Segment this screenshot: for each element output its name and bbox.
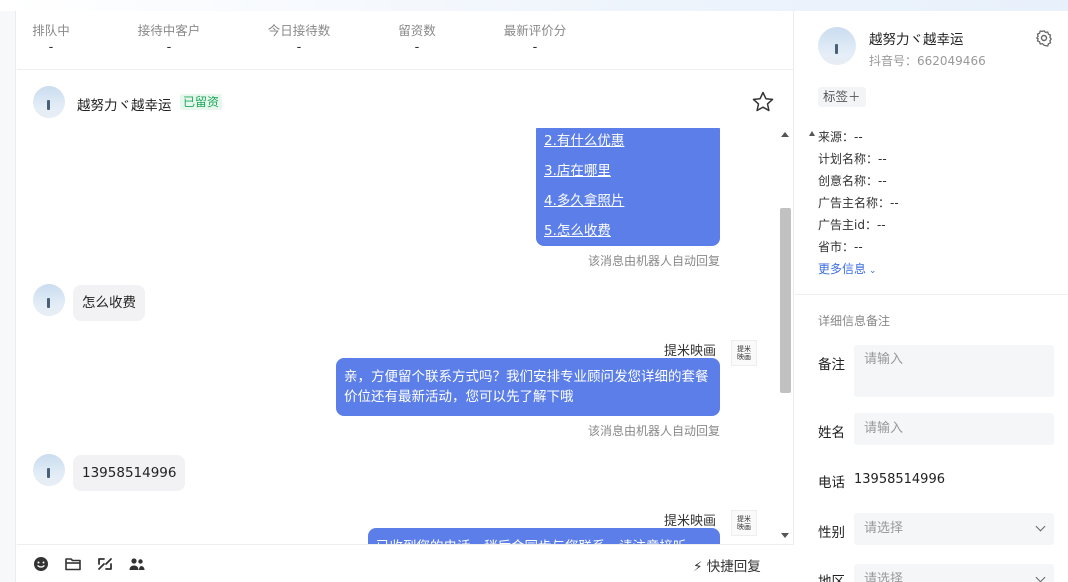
stat-value: - bbox=[532, 40, 538, 55]
menu-link[interactable]: 2.有什么优惠 bbox=[536, 128, 720, 156]
auto-reply-note: 该消息由机器人自动回复 bbox=[588, 424, 721, 438]
phone-label: 电话 bbox=[818, 475, 845, 491]
section-title: 详细信息备注 bbox=[818, 314, 891, 328]
scroll-down-arrow-icon[interactable] bbox=[781, 533, 789, 538]
menu-bubble: 2.有什么优惠 3.店在哪里 4.多久拿照片 5.怎么收费 bbox=[536, 128, 720, 246]
more-info-label: 更多信息 bbox=[818, 262, 867, 276]
gender-label: 性别 bbox=[818, 525, 845, 541]
brand-logo: 提米 映画 bbox=[731, 510, 757, 536]
more-info-link[interactable]: 更多信息 ⌄ bbox=[818, 260, 876, 277]
stat-value: - bbox=[296, 40, 302, 55]
stat-label: 最新评价分 bbox=[503, 23, 567, 38]
lead-status-badge: 已留资 bbox=[180, 94, 223, 110]
info-province: 省市：-- bbox=[818, 240, 863, 254]
scroll-thumb[interactable] bbox=[780, 208, 791, 393]
region-label: 地区 bbox=[818, 574, 845, 582]
top-band bbox=[0, 0, 1068, 11]
scroll-up-arrow-icon[interactable] bbox=[809, 131, 815, 136]
phone-value: 13958514996 bbox=[854, 472, 945, 487]
stat-label: 排队中 bbox=[32, 23, 70, 38]
stat-serving: 接待中客户 - bbox=[114, 23, 224, 57]
region-placeholder: 请选择 bbox=[864, 572, 904, 582]
customer-avatar[interactable] bbox=[33, 454, 65, 486]
agent-message: 亲，方便留个联系方式吗？我们安排专业顾问发您详细的套餐价位还有最新活动，您可以先… bbox=[336, 358, 720, 416]
stat-value: - bbox=[414, 40, 420, 55]
agent-message: 已收到您的电话，稍后会同步与您联系，请注意接听 bbox=[368, 528, 720, 544]
lightning-icon: ⚡ bbox=[693, 559, 703, 575]
stat-value: - bbox=[48, 40, 54, 55]
stat-label: 今日接待数 bbox=[267, 23, 331, 38]
name-label: 姓名 bbox=[818, 425, 845, 441]
divider bbox=[795, 294, 1068, 295]
gender-select[interactable]: 请选择 bbox=[854, 513, 1054, 545]
region-select[interactable]: 请选择 bbox=[854, 564, 1054, 582]
message-list: 2.有什么优惠 3.店在哪里 4.多久拿照片 5.怎么收费 该消息由机器人自动回… bbox=[17, 128, 777, 544]
stat-rating: 最新评价分 - bbox=[480, 23, 590, 57]
note-input[interactable]: 请输入 bbox=[854, 345, 1054, 397]
chat-scrollbar[interactable] bbox=[777, 128, 794, 544]
chat-header: 越努力ヾ越幸运 已留资 bbox=[17, 70, 777, 128]
menu-link[interactable]: 4.多久拿照片 bbox=[536, 186, 720, 216]
info-plan: 计划名称：-- bbox=[818, 152, 887, 166]
customer-info-panel: 越努力ヾ越幸运 抖音号：662049466 标签＋ 来源：-- 计划名称：-- … bbox=[795, 11, 1068, 582]
douyin-id: 抖音号：662049466 bbox=[869, 54, 986, 68]
chat-panel: 排队中 - 接待中客户 - 今日接待数 - 留资数 - 最新评价分 - 越努力ヾ… bbox=[17, 11, 794, 582]
star-icon[interactable] bbox=[751, 90, 775, 114]
stat-queue: 排队中 - bbox=[0, 23, 106, 57]
info-advertiser-id: 广告主id：-- bbox=[818, 218, 886, 232]
users-icon[interactable] bbox=[128, 555, 146, 573]
menu-link[interactable]: 3.店在哪里 bbox=[536, 156, 720, 186]
chevron-down-icon bbox=[1035, 572, 1046, 582]
customer-name: 越努力ヾ越幸运 bbox=[77, 98, 172, 114]
transfer-icon[interactable] bbox=[96, 555, 114, 573]
chevron-down-icon: ⌄ bbox=[866, 266, 877, 276]
quick-reply-button[interactable]: ⚡ 快捷回复 bbox=[693, 555, 761, 575]
note-label: 备注 bbox=[818, 357, 845, 373]
scroll-up-arrow-icon[interactable] bbox=[781, 132, 789, 137]
customer-message: 13958514996 bbox=[73, 455, 186, 491]
quick-reply-label: 快捷回复 bbox=[706, 559, 761, 575]
stats-bar: 排队中 - 接待中客户 - 今日接待数 - 留资数 - 最新评价分 - bbox=[17, 11, 794, 70]
stat-leads: 留资数 - bbox=[362, 23, 472, 57]
auto-reply-note: 该消息由机器人自动回复 bbox=[588, 254, 721, 268]
add-tag-button[interactable]: 标签＋ bbox=[818, 87, 866, 107]
info-source: 来源：-- bbox=[818, 130, 863, 144]
left-edge-panel bbox=[0, 11, 16, 582]
input-toolbar: ⚡ 快捷回复 bbox=[17, 544, 794, 582]
info-advertiser: 广告主名称：-- bbox=[818, 196, 899, 210]
customer-message: 怎么收费 bbox=[73, 285, 145, 321]
customer-avatar[interactable] bbox=[33, 284, 65, 316]
emoji-icon[interactable] bbox=[32, 555, 50, 573]
gear-icon[interactable] bbox=[1035, 29, 1053, 47]
folder-icon[interactable] bbox=[64, 555, 82, 573]
agent-name: 提米映画 bbox=[664, 344, 717, 359]
name-input[interactable]: 请输入 bbox=[854, 413, 1054, 445]
agent-name: 提米映画 bbox=[664, 514, 717, 529]
stat-value: - bbox=[166, 40, 172, 55]
customer-name: 越努力ヾ越幸运 bbox=[869, 32, 964, 48]
gender-placeholder: 请选择 bbox=[864, 521, 904, 536]
chevron-down-icon bbox=[1035, 521, 1046, 532]
brand-logo: 提米 映画 bbox=[731, 340, 757, 366]
stat-label: 留资数 bbox=[398, 23, 436, 38]
customer-avatar bbox=[818, 27, 856, 65]
info-creative: 创意名称：-- bbox=[818, 174, 887, 188]
stat-label: 接待中客户 bbox=[137, 23, 201, 38]
stat-today: 今日接待数 - bbox=[244, 23, 354, 57]
menu-link[interactable]: 5.怎么收费 bbox=[536, 216, 720, 246]
customer-avatar[interactable] bbox=[33, 86, 65, 118]
